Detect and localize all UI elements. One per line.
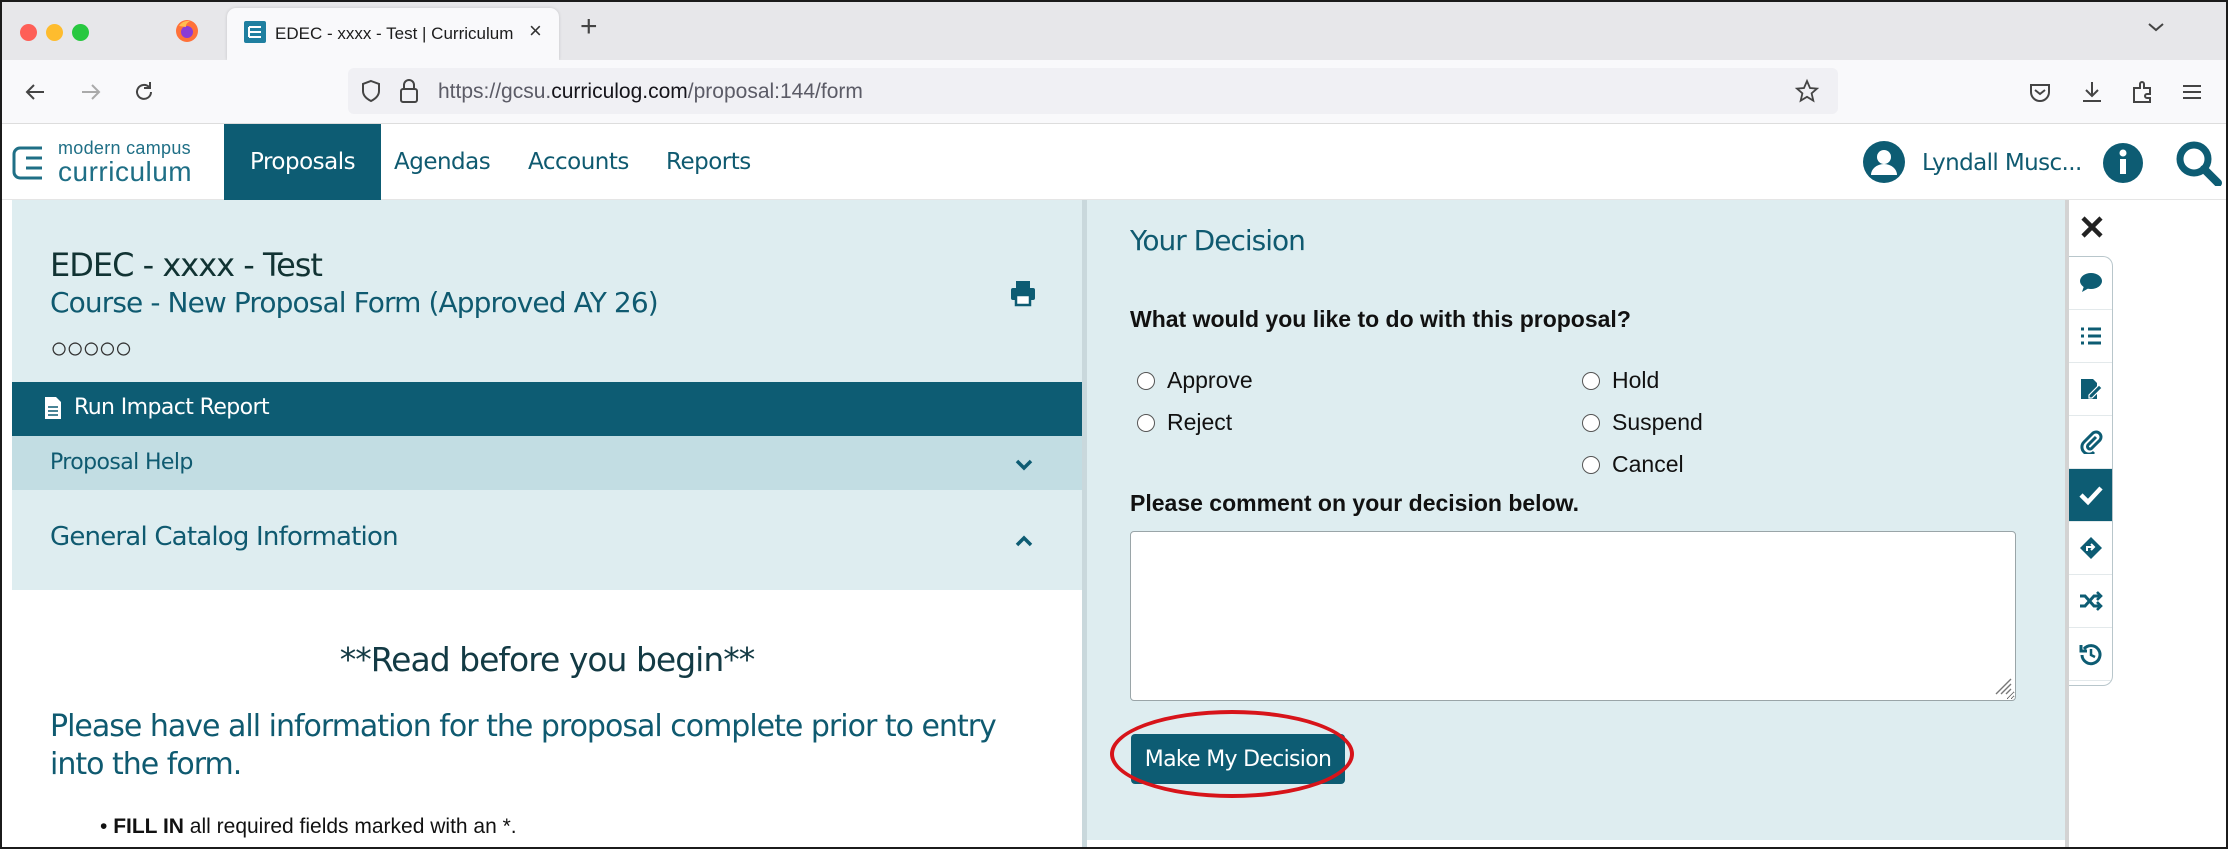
new-tab-button[interactable]: + (580, 10, 598, 44)
proposal-form-name: Course - New Proposal Form (Approved AY … (50, 286, 659, 319)
lock-icon[interactable] (396, 77, 422, 105)
instructions-heading: Please have all information for the prop… (50, 709, 997, 782)
run-impact-report-label: Run Impact Report (74, 395, 270, 420)
list-tool-button[interactable] (2069, 310, 2112, 363)
radio-circle[interactable] (1137, 414, 1155, 432)
decision-title: Your Decision (1130, 224, 1306, 257)
reload-icon[interactable] (130, 78, 158, 106)
textarea-resize-grip-icon[interactable] (1995, 678, 2013, 696)
attachment-icon (2080, 430, 2103, 454)
section-title: General Catalog Information (50, 522, 399, 552)
comment-label: Please comment on your decision below. (1130, 490, 1580, 516)
tool-sidebar (2065, 200, 2226, 847)
menu-icon[interactable] (2178, 78, 2206, 106)
nav-agendas[interactable]: Agendas (368, 124, 516, 200)
radio-circle[interactable] (1582, 456, 1600, 474)
chevron-up-icon (1015, 535, 1033, 547)
chevron-down-icon (1015, 459, 1033, 471)
forward-icon[interactable] (76, 78, 104, 106)
browser-window: EDEC - xxxx - Test | Curriculum × + http… (0, 0, 2228, 849)
browser-tab[interactable]: EDEC - xxxx - Test | Curriculum × (227, 8, 559, 60)
edit-form-tool-button[interactable] (2069, 363, 2112, 416)
user-name: Lyndall Musc... (1922, 150, 2082, 176)
bookmark-star-icon[interactable] (1794, 78, 1820, 104)
url-bar[interactable]: https://gcsu.curriculog.com/proposal:144… (348, 68, 1838, 114)
pocket-icon[interactable] (2026, 78, 2054, 106)
list-icon (2081, 327, 2101, 345)
firefox-icon[interactable] (174, 18, 200, 44)
radio-circle[interactable] (1137, 372, 1155, 390)
instruction-bullet: • FILL IN all required fields marked wit… (100, 815, 517, 838)
document-icon (45, 397, 61, 419)
decision-check-icon (2079, 486, 2103, 506)
radio-circle[interactable] (1582, 414, 1600, 432)
shield-icon[interactable] (358, 78, 384, 104)
modern-campus-curriculum-logo[interactable]: modern campus curriculum (12, 136, 222, 188)
decision-tool-button[interactable] (2069, 469, 2112, 522)
history-tool-button[interactable] (2069, 628, 2112, 681)
general-catalog-section-header[interactable]: General Catalog Information (12, 490, 1082, 590)
proposal-title: EDEC - xxxx - Test (50, 246, 323, 284)
proposal-help-label: Proposal Help (50, 450, 193, 475)
nav-proposals[interactable]: Proposals (224, 124, 382, 200)
attachments-tool-button[interactable] (2069, 416, 2112, 469)
nav-accounts[interactable]: Accounts (502, 124, 655, 200)
history-icon (2079, 644, 2102, 666)
downloads-icon[interactable] (2078, 78, 2106, 106)
comment-icon (2080, 273, 2102, 292)
close-icon[interactable] (2079, 214, 2105, 240)
tab-title: EDEC - xxxx - Test | Curriculum (275, 24, 514, 43)
route-tool-button[interactable] (2069, 522, 2112, 575)
radio-circle[interactable] (1582, 372, 1600, 390)
proposal-panel: EDEC - xxxx - Test Course - New Proposal… (12, 200, 1082, 847)
close-window-button[interactable] (20, 24, 37, 41)
app-header: modern campus curriculum Proposals Agend… (2, 124, 2226, 200)
curriculog-favicon-icon (244, 21, 266, 43)
extensions-icon[interactable] (2128, 78, 2156, 106)
logo-icon (12, 146, 42, 180)
decision-question: What would you like to do with this prop… (1130, 306, 1631, 332)
print-icon[interactable] (1008, 278, 1038, 308)
info-icon[interactable] (2102, 142, 2144, 184)
navigation-toolbar: https://gcsu.curriculog.com/proposal:144… (2, 60, 2226, 124)
minimize-window-button[interactable] (46, 24, 63, 41)
nav-reports[interactable]: Reports (640, 124, 777, 200)
user-avatar-icon (1863, 141, 1905, 183)
highlight-circle-annotation (1110, 710, 1354, 798)
list-all-tabs-chevron-icon[interactable] (2146, 20, 2166, 34)
route-icon (2080, 537, 2102, 559)
logo-text-main: curriculum (58, 156, 193, 187)
panel-footer (1087, 840, 2065, 847)
comments-tool-button[interactable] (2069, 257, 2112, 310)
step-progress-circles: ○○○○○ (50, 332, 133, 365)
search-icon[interactable] (2174, 140, 2224, 186)
read-before-heading: **Read before you begin** (339, 640, 756, 679)
tab-close-icon[interactable]: × (529, 18, 542, 44)
edit-form-icon (2081, 379, 2103, 399)
back-icon[interactable] (22, 78, 50, 106)
maximize-window-button[interactable] (72, 24, 89, 41)
proposal-header: EDEC - xxxx - Test Course - New Proposal… (12, 200, 1082, 382)
proposal-help-toggle[interactable]: Proposal Help (12, 436, 1082, 490)
shuffle-tool-button[interactable] (2069, 575, 2112, 628)
tab-strip: EDEC - xxxx - Test | Curriculum × + (2, 2, 2226, 60)
run-impact-report-button[interactable]: Run Impact Report (12, 382, 1082, 436)
url-text[interactable]: https://gcsu.curriculog.com/proposal:144… (438, 80, 863, 104)
tool-button-group (2069, 256, 2113, 686)
decision-comment-textarea[interactable] (1130, 531, 2016, 701)
shuffle-icon (2080, 591, 2103, 611)
